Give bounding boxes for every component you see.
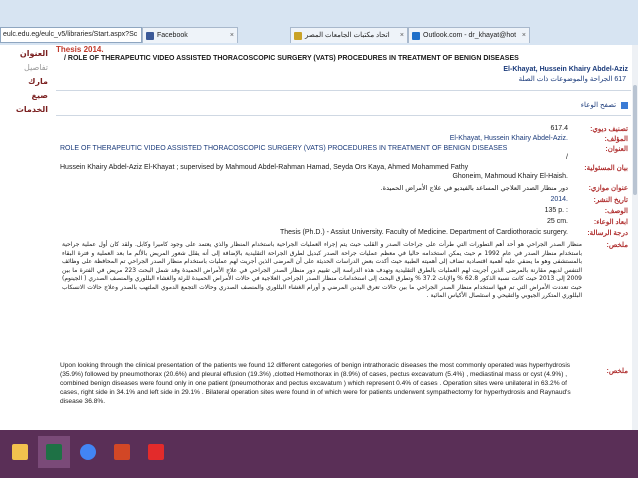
responsibility-cont: Ghoneim, Mahmoud Khairy El-Haish. [452, 173, 568, 180]
degree-note: Thesis (Ph.D.) - Assiut University. Facu… [279, 229, 568, 236]
chrome-icon [80, 444, 96, 460]
abstract-english: Upon looking through the clinical presen… [60, 362, 571, 405]
record-nav: العنوان تفاصيل مارك صيغ الخدمات [0, 45, 52, 430]
field-label: بيان المسئولية: [584, 165, 628, 172]
close-icon[interactable]: × [230, 28, 234, 43]
tab-label: Outlook.com - dr_khayat@hot [423, 32, 517, 39]
taskbar-powerpoint[interactable] [106, 436, 138, 468]
responsibility: Hussein Khairy Abdel-Aziz El-Khayat ; su… [60, 164, 469, 171]
parallel-title: دور منظار الصدر العلاجي المساعد بالفيديو… [380, 184, 568, 192]
record-heading-author[interactable]: El-Khayat, Hussein Khairy Abdel-Aziz [503, 66, 628, 73]
tab-facebook[interactable]: Facebook × [142, 27, 238, 43]
tab-eulc[interactable]: اتحاد مكتبات الجامعات المصر × [290, 27, 408, 43]
close-icon[interactable]: × [400, 28, 404, 43]
outlook-icon [412, 32, 420, 40]
field-label: ابعاد الوعاء: [593, 219, 628, 226]
taskbar-acrobat[interactable] [140, 436, 172, 468]
field-label: الوصف: [604, 208, 628, 215]
divider [56, 115, 631, 116]
title-link[interactable]: ROLE OF THERAPEUTIC VIDEO ASSISTED THORA… [60, 145, 507, 152]
close-icon[interactable]: × [522, 28, 526, 43]
field-label: المؤلف: [604, 136, 628, 143]
subject-link[interactable]: 617 الجراحة والموضوعات ذات الصلة [519, 75, 626, 83]
taskbar-file-explorer[interactable] [4, 436, 36, 468]
browser-toolbar: eulc.edu.eg/eulc_v5/libraries/Start.aspx… [0, 0, 638, 45]
powerpoint-icon [114, 444, 130, 460]
taskbar [0, 430, 638, 478]
record-heading: / ROLE OF THERAPEUTIC VIDEO ASSISTED THO… [64, 55, 519, 62]
record-panel: Thesis 2014. / ROLE OF THERAPEUTIC VIDEO… [56, 45, 638, 430]
field-label: تاريخ النشر: [593, 197, 628, 204]
thesis-tag: Thesis 2014. [56, 45, 104, 54]
tab-label: اتحاد مكتبات الجامعات المصر [305, 32, 390, 39]
abstract-arabic: منظار الصدر الجراحي هو أحد أهم التطورات … [62, 241, 583, 299]
excel-icon [46, 444, 62, 460]
facebook-icon [146, 32, 154, 40]
author-link[interactable]: El-Khayat, Hussein Khairy Abdel-Aziz. [450, 135, 568, 142]
screen: eulc.edu.eg/eulc_v5/libraries/Start.aspx… [0, 0, 638, 478]
nav-item-marc[interactable]: مارك [28, 77, 48, 86]
browse-action-label: تصفح الوعاء [580, 102, 617, 109]
field-label: عنوان موازي: [588, 185, 628, 192]
nav-item-formats[interactable]: صيغ [32, 91, 48, 100]
call-number: 617.4 [550, 125, 568, 132]
taskbar-excel[interactable] [38, 436, 70, 468]
file-explorer-icon [12, 444, 28, 460]
nav-item-details[interactable]: تفاصيل [24, 63, 48, 72]
library-icon [294, 32, 302, 40]
title-slash: / [566, 154, 568, 161]
taskbar-chrome[interactable] [72, 436, 104, 468]
field-label: ملخص: [606, 368, 629, 375]
scrollbar[interactable] [632, 45, 638, 430]
field-label: العنوان: [605, 146, 628, 153]
field-label: تصنيف ديوي: [590, 126, 628, 133]
nav-item-services[interactable]: الخدمات [16, 105, 48, 114]
nav-item-title[interactable]: العنوان [20, 49, 48, 58]
pub-date: 2014. [550, 196, 568, 203]
browse-action[interactable]: تصفح الوعاء [581, 101, 628, 109]
field-label: ملخص: [606, 242, 629, 249]
browse-icon [621, 101, 628, 109]
scrollbar-thumb[interactable] [633, 85, 637, 195]
divider [56, 90, 631, 91]
tab-outlook[interactable]: Outlook.com - dr_khayat@hot × [408, 27, 530, 43]
dimensions: 25 cm. [546, 218, 568, 225]
acrobat-icon [148, 444, 164, 460]
extent: 135 p. : [544, 207, 568, 214]
tab-label: Facebook [157, 32, 188, 39]
field-label: درجة الرسالة: [587, 230, 628, 237]
address-bar[interactable]: eulc.edu.eg/eulc_v5/libraries/Start.aspx… [0, 27, 142, 43]
